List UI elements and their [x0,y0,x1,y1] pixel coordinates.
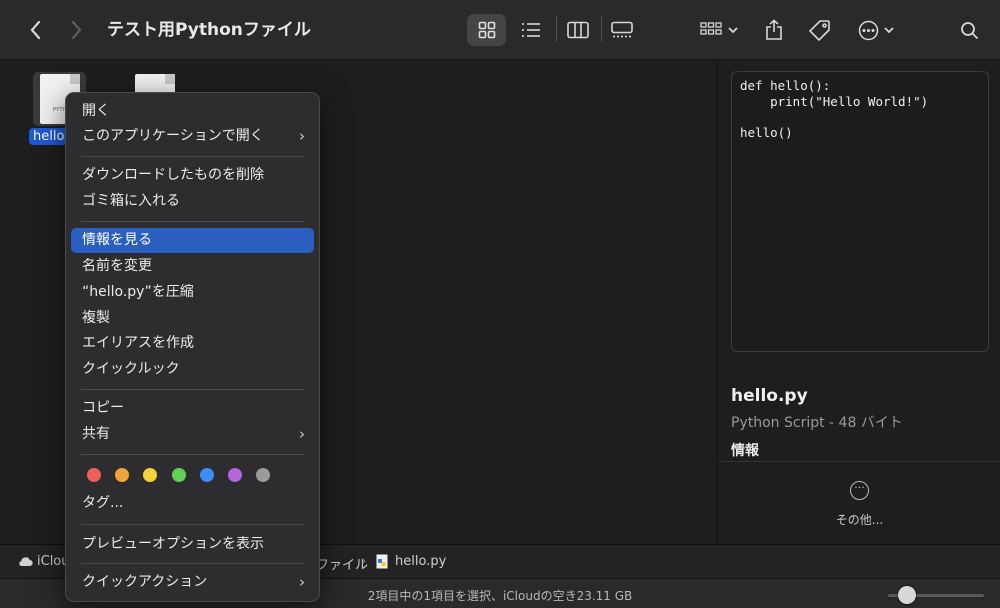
preview-more-button[interactable]: その他... [718,511,1000,528]
columns-icon [566,21,589,39]
tag-red[interactable] [87,468,101,482]
menu-item-duplicate[interactable]: 複製 [71,306,314,331]
list-icon [521,23,540,37]
gallery-icon [610,21,633,38]
tag-yellow[interactable] [143,468,157,482]
menu-separator [81,221,304,222]
search-button[interactable] [954,14,984,46]
grid-icon [478,21,495,39]
tag-orange[interactable] [115,468,129,482]
gallery-view-button[interactable] [602,14,641,46]
tag-blue[interactable] [200,468,214,482]
menu-item-get-info[interactable]: 情報を見る [71,228,314,253]
menu-item-quick-actions[interactable]: クイックアクション › [71,570,314,595]
chevron-right-icon [71,20,82,40]
submenu-arrow-icon: › [299,425,305,443]
file-label-hello[interactable]: hello [29,128,69,145]
share-button[interactable] [758,14,790,46]
tag-green[interactable] [172,468,186,482]
path-separator: › [361,554,367,569]
python-file-small-icon [376,554,388,569]
tag-gray[interactable] [256,468,270,482]
menu-item-remove-download[interactable]: ダウンロードしたものを削除 [71,163,314,188]
group-icon [700,22,722,35]
icon-view-button[interactable] [467,14,506,46]
chevron-left-icon [30,20,41,40]
group-button[interactable] [695,14,743,46]
menu-separator [81,156,304,157]
menu-item-compress[interactable]: “hello.py”を圧縮 [71,280,314,305]
forward-button[interactable] [62,14,90,46]
column-view-button[interactable] [558,14,597,46]
menu-item-quick-look[interactable]: クイックルック [71,357,314,382]
tag-button[interactable] [804,14,836,46]
menu-item-move-to-trash[interactable]: ゴミ箱に入れる [71,189,314,214]
list-view-button[interactable] [511,14,550,46]
menu-separator [81,389,304,390]
menu-separator [81,563,304,564]
preview-divider [718,461,1000,462]
menu-item-rename[interactable]: 名前を変更 [71,254,314,279]
preview-filename: hello.py [731,386,808,406]
path-item-file[interactable]: hello.py [395,554,446,569]
chevron-down-icon [728,27,738,34]
toolbar-separator [556,16,557,42]
more-ellipsis-icon[interactable]: ··· [850,481,869,500]
window-title: テスト用Pythonファイル [107,20,311,40]
menu-item-preview-options[interactable]: プレビューオプションを表示 [71,532,314,557]
menu-separator [81,454,304,455]
toolbar: テスト用Pythonファイル [0,0,1000,60]
cloud-icon [19,557,33,567]
code-preview: def hello(): print("Hello World!") hello… [731,71,989,352]
submenu-arrow-icon: › [299,127,305,145]
chevron-down-icon [884,27,894,34]
menu-item-open-with[interactable]: このアプリケーションで開く › [71,124,314,149]
tag-purple[interactable] [228,468,242,482]
context-menu: 開く このアプリケーションで開く › ダウンロードしたものを削除 ゴミ箱に入れる … [65,92,320,602]
preview-kind: Python Script - 48 バイト [731,415,903,431]
ellipsis-circle-icon [858,20,879,40]
menu-item-open[interactable]: 開く [71,99,314,124]
menu-item-share[interactable]: 共有 › [71,422,314,447]
preview-panel: def hello(): print("Hello World!") hello… [717,61,1000,543]
menu-item-tags[interactable]: タグ... [71,491,314,516]
action-button[interactable] [852,14,900,46]
search-icon [960,21,978,39]
tag-icon [809,20,830,41]
preview-info-heading: 情報 [731,443,759,459]
menu-item-copy[interactable]: コピー [71,396,314,421]
icon-size-slider-thumb[interactable] [898,586,916,604]
back-button[interactable] [22,14,50,46]
menu-item-make-alias[interactable]: エイリアスを作成 [71,331,314,356]
submenu-arrow-icon: › [299,573,305,591]
share-icon [766,19,782,40]
menu-separator [81,524,304,525]
